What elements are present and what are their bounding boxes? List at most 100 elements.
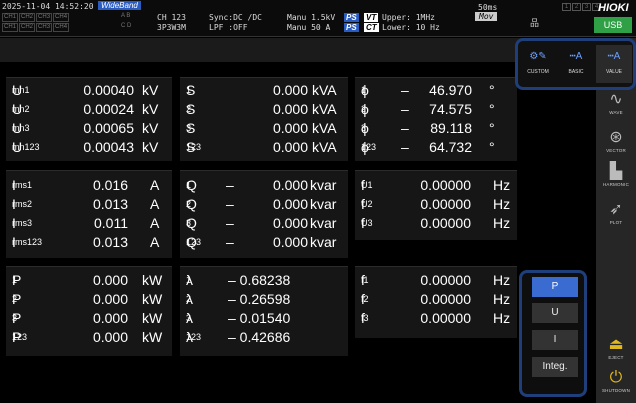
- value: 0.00000: [420, 196, 471, 212]
- unit: kW: [142, 272, 163, 288]
- right-sidebar: ∿ WAVE ⊛ VECTOR ▙ HARMONIC ➶ PLOT ⏏ EJECT ⏻ SH…: [596, 38, 636, 403]
- value: 46.970: [429, 82, 472, 98]
- value: 0.013: [92, 234, 128, 250]
- slot-2: 2: [572, 3, 581, 11]
- unit: °: [489, 139, 495, 155]
- subscript: 1: [186, 275, 192, 285]
- subscript: 123: [186, 142, 202, 152]
- value-row: S 3 0.000 kVA: [180, 119, 348, 138]
- value: 0.00000: [420, 177, 471, 193]
- harmonic-label: HARMONIC: [602, 182, 630, 187]
- subscript: 1: [361, 85, 367, 95]
- phase-angle-panel: ϕ 1–46.970 ° ϕ 2–74.575 ° ϕ 3–89.118 ° ϕ 123–64…: [355, 77, 517, 161]
- unit: Hz: [493, 272, 511, 288]
- value-row: Q 123–0.000 kvar: [180, 233, 348, 252]
- value: 0.00000: [420, 215, 471, 231]
- refresh-rate: 50ms: [478, 3, 498, 12]
- value-row: Umn1 0.00040 kV: [6, 81, 172, 100]
- value: 0.000: [272, 139, 308, 155]
- unit: A: [150, 215, 160, 231]
- slot-1: 1: [562, 3, 571, 11]
- link-icon: 品: [530, 18, 540, 28]
- vector-button[interactable]: ⊛ VECTOR: [596, 128, 636, 153]
- lpf-label: LPF :OFF: [209, 23, 248, 32]
- unit: Hz: [493, 310, 511, 326]
- shutdown-icon: ⏻: [609, 369, 623, 386]
- sign: –: [401, 82, 409, 98]
- unit: kVA: [312, 101, 337, 117]
- eject-label: EJECT: [608, 355, 624, 360]
- value: – 0.42686: [228, 329, 291, 345]
- unit: Hz: [493, 291, 511, 307]
- value: – 0.68238: [228, 272, 291, 288]
- plot-button[interactable]: ➶ PLOT: [596, 200, 636, 225]
- value-row: Irms1 0.016 A: [6, 176, 172, 195]
- subscript: 3: [186, 123, 192, 133]
- value: – 0.01540: [228, 310, 291, 326]
- value-row: P 123 0.000 kW: [6, 328, 172, 347]
- sync-label: Sync:DC /DC: [209, 13, 262, 22]
- subscript: U3: [361, 218, 373, 228]
- top-panel-strip: [0, 38, 596, 62]
- usb-badge[interactable]: USB: [594, 17, 632, 33]
- unit: °: [489, 101, 495, 117]
- p-page-button[interactable]: P: [532, 277, 578, 297]
- wave-icon: ∿: [609, 91, 623, 108]
- unit: kvar: [310, 196, 337, 212]
- unit: kW: [142, 310, 163, 326]
- subscript: U1: [361, 180, 373, 190]
- unit: kvar: [310, 215, 337, 231]
- value: 0.000: [272, 196, 308, 212]
- shutdown-button[interactable]: ⏻ SHUTDOWN: [596, 368, 636, 393]
- channel-label: CH 123: [157, 13, 186, 22]
- unit: A: [150, 196, 160, 212]
- plot-icon: ➶: [609, 201, 623, 218]
- page-selector: P U I Integ.: [519, 270, 587, 397]
- mov-badge: Mov: [475, 12, 498, 21]
- u-page-button[interactable]: U: [532, 303, 578, 323]
- custom-mode-button[interactable]: ⚙✎ CUSTOM: [520, 45, 556, 83]
- subscript: 3: [186, 313, 192, 323]
- wave-button[interactable]: ∿ WAVE: [596, 90, 636, 115]
- value-row: S 1 0.000 kVA: [180, 81, 348, 100]
- value-row: Q 1–0.000 kvar: [180, 176, 348, 195]
- harmonic-button[interactable]: ▙ HARMONIC: [596, 162, 636, 187]
- integ-page-button[interactable]: Integ.: [532, 357, 578, 377]
- subscript: I3: [361, 313, 369, 323]
- sign: –: [226, 215, 234, 231]
- sign: –: [401, 101, 409, 117]
- unit: kVA: [312, 120, 337, 136]
- basic-label: BASIC: [568, 69, 584, 75]
- value: 0.00043: [83, 139, 134, 155]
- value: 0.00000: [420, 310, 471, 326]
- basic-icon: ┅A: [569, 51, 583, 62]
- subscript: 1: [186, 180, 192, 190]
- unit: kW: [142, 291, 163, 307]
- value-row: ϕ 3–89.118 °: [355, 119, 517, 138]
- status-bar: 2025-11-04 14:52:20 WideBand CH1 CH2 CH3…: [0, 0, 636, 37]
- subscript: mn3: [12, 123, 30, 133]
- value-icon: ┅A: [607, 51, 621, 62]
- unit: Hz: [493, 177, 511, 193]
- subscript: rms1: [12, 180, 32, 190]
- lower-limit: Lower: 10 Hz: [382, 23, 440, 32]
- unit: Hz: [493, 215, 511, 231]
- value: 0.00024: [83, 101, 134, 117]
- value-row: S 2 0.000 kVA: [180, 100, 348, 119]
- wiring-label: 3P3W3M: [157, 23, 186, 32]
- value: 0.000: [92, 272, 128, 288]
- i-page-button[interactable]: I: [532, 330, 578, 350]
- custom-label: CUSTOM: [527, 69, 549, 75]
- subscript: rms123: [12, 237, 43, 247]
- vector-icon: ⊛: [609, 129, 623, 146]
- unit: A: [150, 177, 160, 193]
- basic-mode-button[interactable]: ┅A BASIC: [558, 45, 594, 83]
- value-mode-button[interactable]: ┅A VALUE: [596, 45, 632, 83]
- channel-row-top: CH1 CH2 CH3 CH4: [2, 13, 70, 22]
- voltage-range: Manu 1.5kV: [287, 13, 336, 22]
- value-row: f U3 0.00000 Hz: [355, 214, 517, 233]
- apparent-power-panel: S 1 0.000 kVA S 2 0.000 kVA S 3 0.000 kVA S 123 0.0…: [180, 77, 348, 161]
- eject-button[interactable]: ⏏ EJECT: [596, 335, 636, 360]
- vector-label: VECTOR: [606, 148, 626, 153]
- voltage-frequency-panel: f U1 0.00000 Hz f U2 0.00000 Hz f U3 0.00000 Hz: [355, 170, 517, 240]
